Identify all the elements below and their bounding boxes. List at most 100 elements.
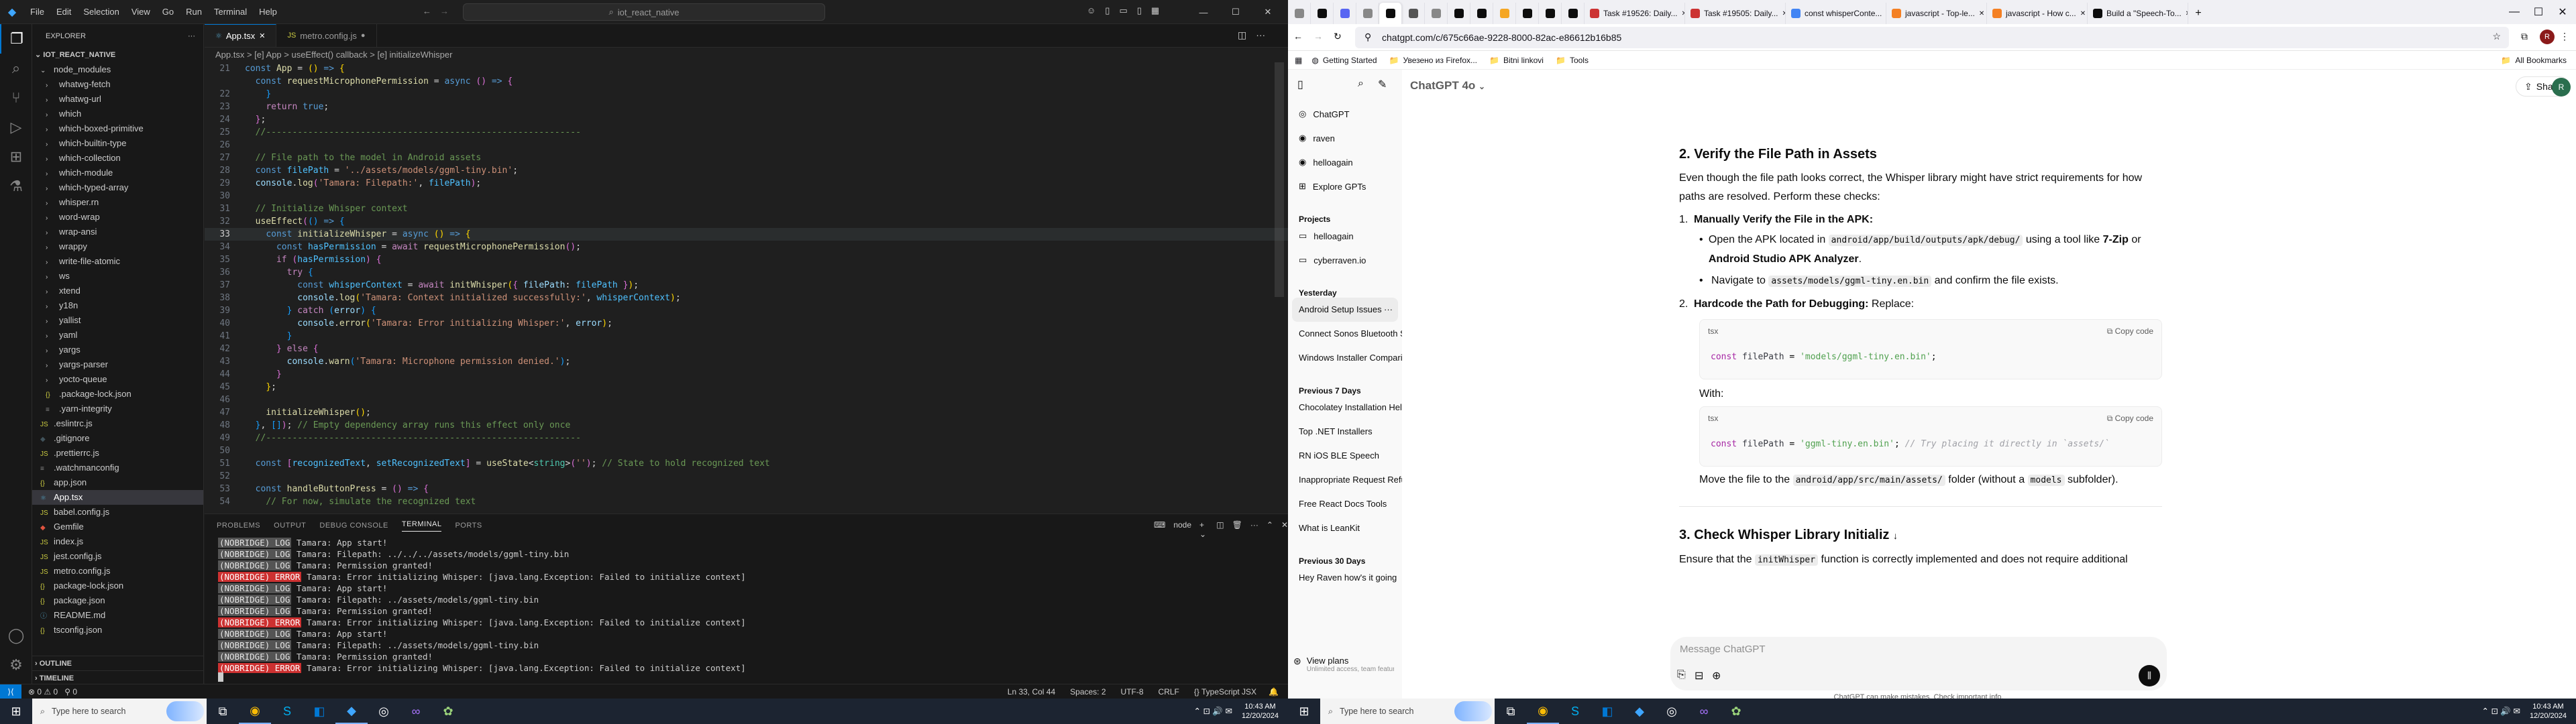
close-icon[interactable]: ✕ [2551,0,2575,24]
cursor-position[interactable]: Ln 33, Col 44 [1008,687,1055,697]
tree-folder[interactable]: › yargs [32,343,203,357]
menu-file[interactable]: File [24,7,50,17]
close-panel-icon[interactable]: ✕ [1281,520,1288,539]
copilot-icon[interactable]: ☺ [1087,5,1095,16]
code-line[interactable]: 48 }, []); // Empty dependency array run… [205,419,1288,432]
code-line[interactable]: 44 } [205,368,1288,381]
close-icon[interactable]: ✕ [1252,0,1284,24]
chrome-icon[interactable]: ◉ [1527,699,1559,724]
attach-icon[interactable]: ⎘ [1677,669,1686,681]
tree-folder[interactable]: › yocto-queue [32,372,203,387]
panel-tab-debug-console[interactable]: DEBUG CONSOLE [319,522,388,530]
bookmark-item[interactable]: ◍ Getting Started [1311,56,1377,65]
panel-tab-ports[interactable]: PORTS [455,522,482,530]
code-line[interactable]: 39 } catch (error) { [205,304,1288,317]
code-line[interactable]: 49 //-----------------------------------… [205,432,1288,444]
skype-icon[interactable]: S [1559,699,1591,724]
new-chat-icon[interactable]: ✎ [1378,78,1387,91]
apps-grid-icon[interactable]: ▦ [1295,56,1302,65]
run-debug-icon[interactable]: ▷ [0,113,32,142]
terminal-profile[interactable]: node [1173,520,1191,539]
sidebar-item-chatgpt[interactable]: ◎ ChatGPT [1288,102,1402,126]
language-mode[interactable]: {} TypeScript JSX [1194,687,1256,697]
tools-icon[interactable]: ⊟ [1695,669,1703,682]
chrome-icon[interactable]: ◉ [239,699,271,724]
code-line[interactable]: 23 return true; [205,101,1288,113]
chat-history-item[interactable]: What is LeanKit [1288,516,1402,540]
line-ending[interactable]: CRLF [1159,687,1179,697]
tree-file[interactable]: ⓘ README.md [32,608,203,623]
layout-icon[interactable]: ▦ [1151,5,1159,16]
minimap-slider[interactable] [1275,62,1284,297]
chat-history-item[interactable]: Connect Sonos Bluetooth Speaker [1288,322,1402,346]
toggle-panel-icon[interactable]: ▭ [1119,5,1127,16]
all-bookmarks[interactable]: 📁 All Bookmarks [2501,56,2567,65]
editor-tab[interactable]: ⚛ App.tsx ✕ [205,24,277,47]
extensions-icon[interactable]: ⊞ [0,142,32,172]
tree-file[interactable]: ◆ Gemfile [32,520,203,534]
tree-file[interactable]: JS .prettierrc.js [32,446,203,461]
tree-folder[interactable]: › wrap-ansi [32,225,203,239]
taskbar-search[interactable]: ⌕ Type here to search [32,699,207,724]
maximize-icon[interactable]: ☐ [1220,0,1252,24]
clock[interactable]: 10:43 AM 12/20/2024 [1242,702,1279,721]
close-tab-icon[interactable]: ✕ [1979,10,1984,17]
browser-tab[interactable] [1379,3,1402,24]
tree-folder[interactable]: › which-module [32,166,203,180]
editor-tab[interactable]: JS metro.config.js ● [276,24,377,47]
browser-tab[interactable] [1425,3,1448,24]
browser-tab[interactable]: const whisperConte...✕ [1786,3,1886,24]
back-arrow-icon[interactable]: ← [423,6,431,16]
code-editor[interactable]: 21 const App = () => { const requestMicro… [205,62,1288,508]
project-root[interactable]: ⌄ IOT_REACT_NATIVE [32,48,203,62]
bookmark-item[interactable]: 📁 Bitni linkovi [1489,56,1544,65]
address-bar[interactable]: ⚲ chatgpt.com/c/675c66ae-9228-8000-82ac-… [1355,27,2509,48]
code-line[interactable]: 33 const initializeWhisper = async () =>… [205,228,1288,241]
code-line[interactable]: 41 } [205,330,1288,343]
outlook-icon[interactable]: ◧ [1591,699,1623,724]
code-line[interactable]: 38 console.log('Tamara: Context initiali… [205,292,1288,304]
chat-history-item[interactable]: Top .NET Installers [1288,420,1402,444]
tree-file[interactable]: {} tsconfig.json [32,623,203,638]
task-view-icon[interactable]: ⧉ [207,699,239,724]
split-editor-icon[interactable]: ◫ [1238,29,1246,41]
tree-folder[interactable]: › yaml [32,328,203,343]
vscode-taskbar-icon[interactable]: ◆ [1623,699,1656,724]
tree-file[interactable]: JS .eslintrc.js [32,416,203,431]
breadcrumb[interactable]: App.tsx > [e] App > useEffect() callback… [205,48,1288,62]
task-view-icon[interactable]: ⧉ [1495,699,1527,724]
forward-arrow-icon[interactable]: → [1313,31,1323,42]
encoding[interactable]: UTF-8 [1121,687,1144,697]
source-control-icon[interactable]: ⑂ [0,83,32,113]
code-line[interactable]: 30 [205,190,1288,202]
browser-tab[interactable] [1516,3,1539,24]
browser-tab[interactable] [1334,3,1356,24]
code-line[interactable]: 53 const handleButtonPress = () => { [205,483,1288,495]
more-actions-icon[interactable]: ··· [188,32,195,40]
code-line[interactable]: 24 }; [205,113,1288,126]
tree-file[interactable]: JS babel.config.js [32,505,203,520]
app-icon[interactable]: ✿ [432,699,464,724]
tree-folder[interactable]: › xtend [32,284,203,298]
windows-start-icon[interactable]: ⊞ [1288,699,1320,724]
errors-indicator[interactable]: ⊗ 0 ⚠ 0 [28,687,58,697]
menu-view[interactable]: View [125,7,156,17]
project-item[interactable]: ▭ cyberraven.io [1288,248,1402,272]
minimize-icon[interactable]: — [1187,0,1220,24]
remote-icon[interactable]: ⟩⟨ [0,684,21,699]
code-line[interactable]: 54 // For now, simulate the recognized t… [205,495,1288,508]
code-line[interactable]: 45 }; [205,381,1288,394]
system-tray-icons[interactable]: ⌃ ⊡ 🔊 ✉ [1194,706,1232,717]
tree-file[interactable]: ⚛ App.tsx [32,490,203,505]
tree-folder[interactable]: › yallist [32,313,203,328]
more-actions-icon[interactable]: ··· [1256,29,1265,41]
tree-file[interactable]: {} .package-lock.json [32,387,203,402]
settings-gear-icon[interactable]: ⚙ [0,650,32,680]
bookmark-item[interactable]: 📁 Увезено из Firefox... [1389,56,1477,65]
panel-tab-problems[interactable]: PROBLEMS [217,522,260,530]
tree-file[interactable]: {} app.json [32,475,203,490]
tree-file[interactable]: {} package.json [32,593,203,608]
menu-selection[interactable]: Selection [77,7,125,17]
menu-run[interactable]: Run [180,7,208,17]
code-line[interactable]: 32 useEffect(() => { [205,215,1288,228]
